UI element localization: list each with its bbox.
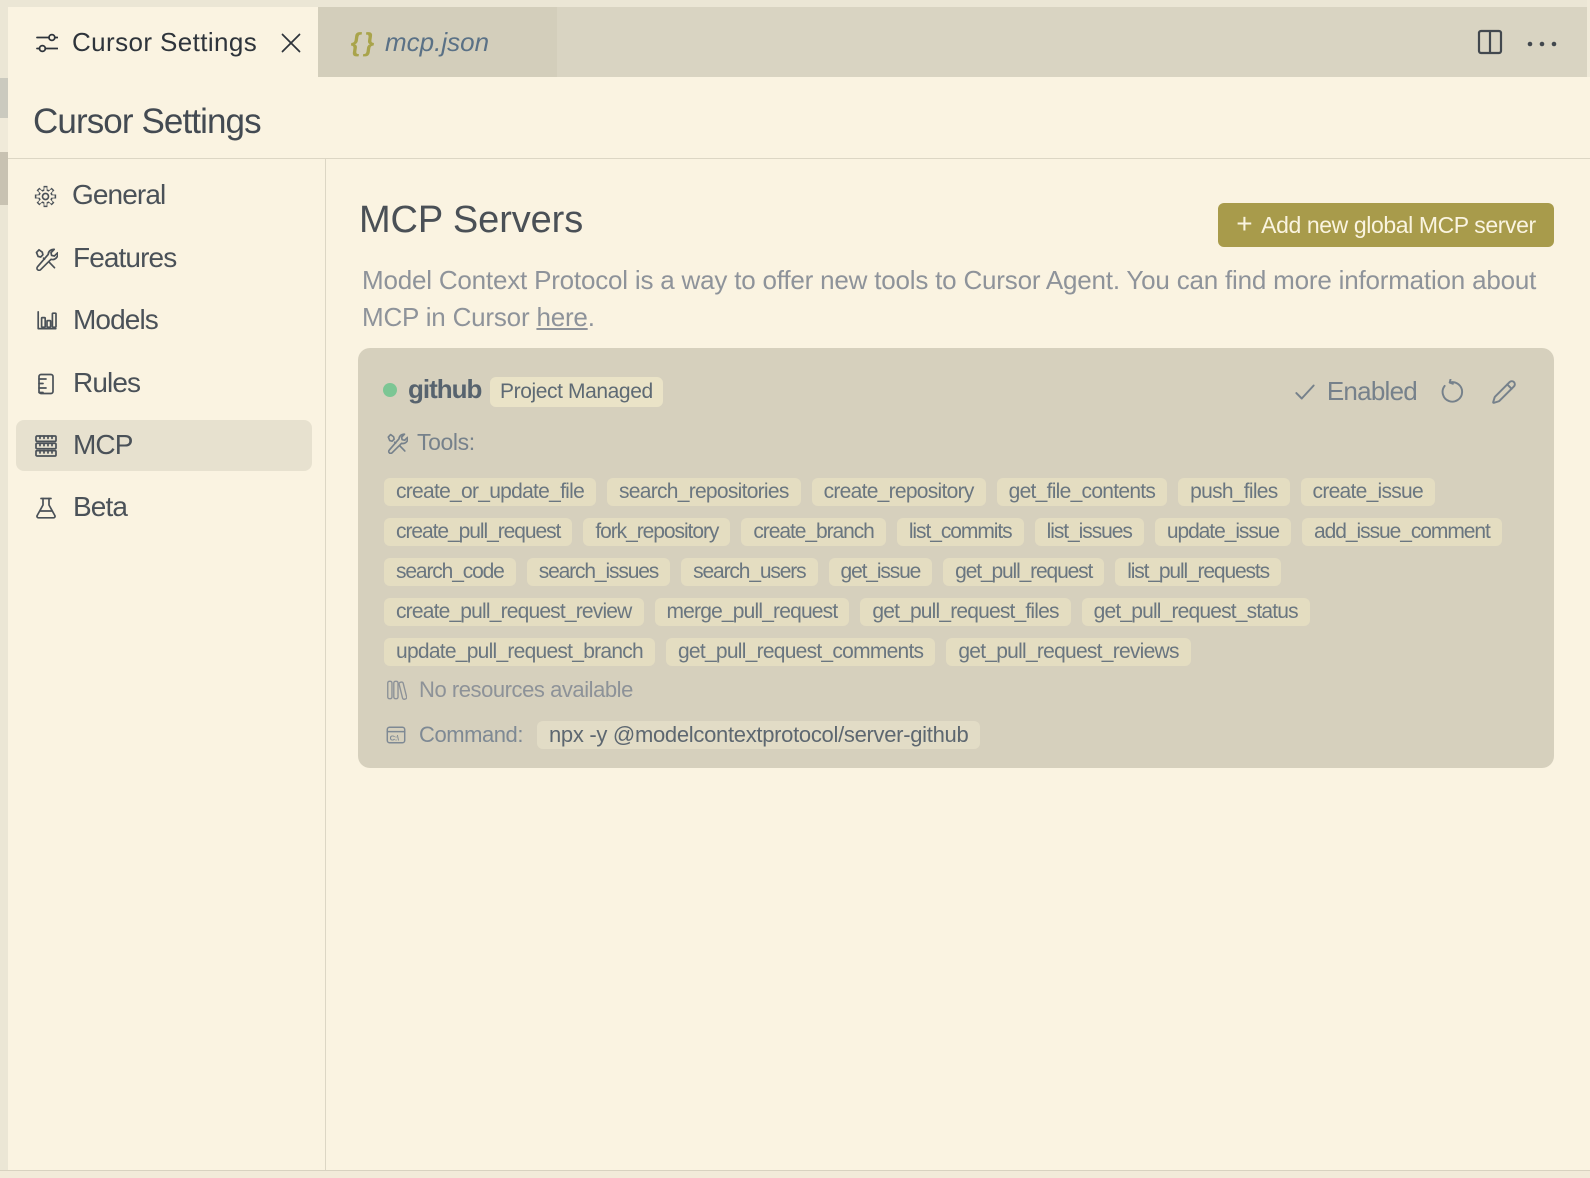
svg-text:C:\: C:\ [390,733,400,742]
